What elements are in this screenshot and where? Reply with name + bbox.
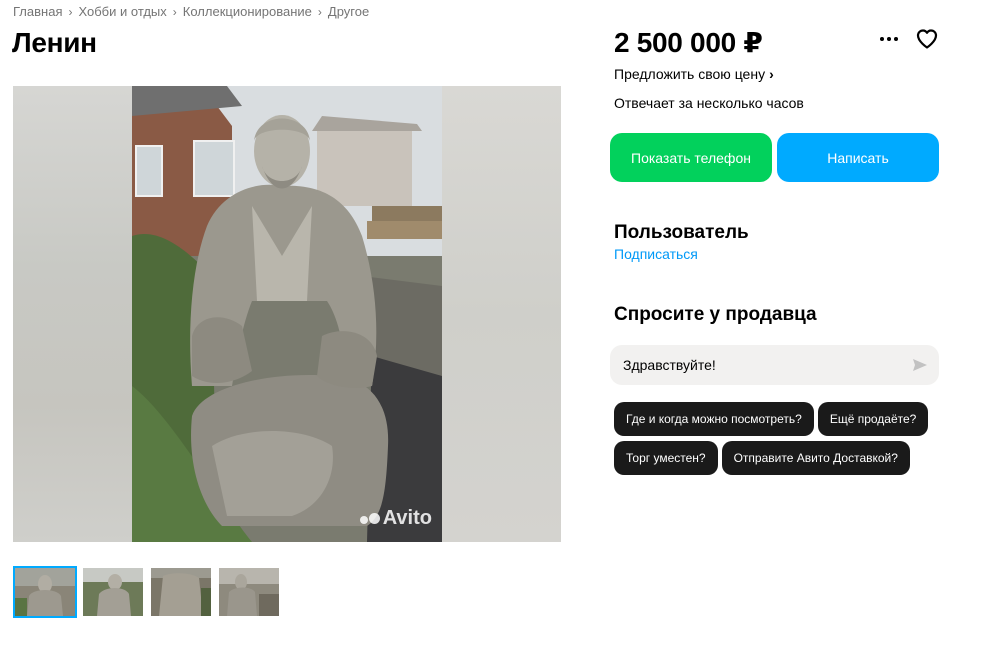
quick-question-chip[interactable]: Где и когда можно посмотреть? — [614, 402, 814, 436]
photo-thumbnail[interactable] — [13, 566, 77, 618]
photo-thumbnail[interactable] — [217, 566, 281, 618]
quick-question-chip[interactable]: Отправите Авито Доставкой? — [721, 441, 910, 475]
avito-watermark: Avito — [359, 507, 432, 530]
send-icon[interactable] — [912, 357, 928, 373]
breadcrumb-separator: › — [172, 4, 177, 19]
offer-price-label: Предложить свою цену — [614, 66, 766, 82]
watermark-text: Avito — [382, 507, 432, 529]
breadcrumb-item-collecting[interactable]: Коллекционирование — [183, 4, 312, 19]
breadcrumb: Главная › Хобби и отдых › Коллекциониров… — [13, 4, 369, 19]
avito-logo-icon — [359, 513, 380, 524]
more-dots-icon[interactable] — [879, 30, 899, 48]
photo-blur-right — [442, 86, 561, 542]
breadcrumb-item-home[interactable]: Главная — [13, 4, 62, 19]
photo-blur-left — [13, 86, 132, 542]
offer-price-link[interactable]: Предложить свою цену › — [614, 66, 774, 82]
seller-name[interactable]: Пользователь — [614, 222, 749, 244]
listing-price: 2 500 000 ₽ — [614, 27, 763, 58]
quick-question-chip[interactable]: Торг уместен? — [614, 441, 718, 475]
write-message-button[interactable]: Написать — [777, 133, 939, 182]
subscribe-link[interactable]: Подписаться — [614, 246, 698, 262]
main-photo[interactable]: Avito — [132, 86, 442, 542]
chevron-right-icon: › — [769, 66, 774, 82]
ask-seller-field[interactable] — [610, 345, 939, 385]
statue-photo-illustration — [132, 86, 442, 542]
listing-title: Ленин — [12, 27, 97, 58]
breadcrumb-separator: › — [317, 4, 322, 19]
breadcrumb-item-other[interactable]: Другое — [328, 4, 369, 19]
ask-seller-title: Спросите у продавца — [614, 304, 817, 325]
breadcrumb-separator: › — [68, 4, 73, 19]
photo-thumbnails — [13, 566, 281, 618]
show-phone-button[interactable]: Показать телефон — [610, 133, 772, 182]
main-photo-gallery[interactable]: Avito — [13, 86, 561, 542]
photo-thumbnail[interactable] — [149, 566, 213, 618]
ask-seller-input[interactable] — [623, 357, 893, 373]
breadcrumb-item-hobby[interactable]: Хобби и отдых — [78, 4, 166, 19]
heart-icon[interactable] — [915, 27, 939, 51]
photo-thumbnail[interactable] — [81, 566, 145, 618]
quick-question-chip[interactable]: Ещё продаёте? — [817, 402, 929, 436]
seller-reply-time: Отвечает за несколько часов — [614, 95, 804, 111]
quick-question-chips: Где и когда можно посмотреть? Ещё продаё… — [614, 402, 944, 475]
